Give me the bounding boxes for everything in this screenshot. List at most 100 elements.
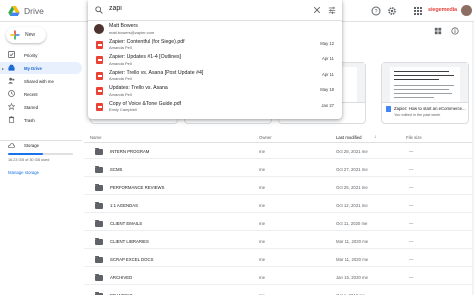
google-doc-icon <box>386 106 391 112</box>
search-suggestion-file[interactable]: Updates: Trello vs. Asana Amanda Pell May … <box>88 85 342 99</box>
file-row[interactable]: PERFORMANCE REVIEWS me Oct 25, 2021 me — <box>84 181 474 195</box>
file-name: SCMS <box>110 167 123 172</box>
search-icon[interactable] <box>95 6 103 14</box>
search-dropdown: Matt Bowersmatt.bowers@zapier.com Zapier:… <box>88 0 342 119</box>
pdf-file-icon <box>96 71 103 80</box>
file-row[interactable]: 1:1 AGENDAS me Oct 12, 2021 me — <box>84 199 474 213</box>
folder-icon <box>95 147 103 155</box>
info-icon[interactable] <box>451 27 459 35</box>
file-row[interactable]: CLIENT EMAILS me Oct 11, 2020 me — <box>84 217 474 231</box>
suggestion-subtitle: Amanda Pell <box>109 45 132 50</box>
sidebar-item-recent[interactable]: Recent <box>0 88 82 100</box>
sidebar-item-my-drive[interactable]: ▸ My Drive <box>0 62 82 74</box>
file-owner: me <box>259 257 265 262</box>
file-last-modified: Mar 11, 2020 me <box>336 239 369 244</box>
column-header-last-modified[interactable]: Last modified <box>336 135 362 140</box>
file-size: — <box>409 257 414 262</box>
pdf-file-icon <box>96 40 103 49</box>
suggestion-subtitle: Amanda Pell <box>109 60 132 66</box>
suggestion-date: May 12 <box>320 40 334 46</box>
search-suggestion-file[interactable]: Copy of Voice &Tone Guide.pdf Emily Campb… <box>88 101 342 115</box>
quick-access-card[interactable]: Zapier: How to start an eCommerce... You… <box>381 62 469 124</box>
suggestion-subtitle: Amanda Pell <box>109 76 132 81</box>
cloud-icon <box>8 143 15 149</box>
apps-grid-icon[interactable] <box>413 6 423 16</box>
file-owner: me <box>259 203 265 208</box>
search-suggestion-file[interactable]: Zapier: Trello vs. Asana [Post Update #4… <box>88 70 342 84</box>
checkbox-icon <box>8 51 15 58</box>
search-options-icon[interactable] <box>328 6 336 14</box>
drive-icon <box>8 64 15 71</box>
search-suggestion-file[interactable]: Zapier: Contentful (for Siege).pdf Amanda… <box>88 39 342 53</box>
close-icon[interactable] <box>313 6 321 14</box>
clock-icon <box>8 90 15 97</box>
column-header-file-size[interactable]: File size <box>406 135 422 140</box>
manage-storage-link[interactable]: Manage storage <box>8 170 39 175</box>
sidebar-item-trash[interactable]: Trash <box>0 114 82 126</box>
person-avatar <box>94 24 104 34</box>
file-name: INTERN PROGRAM <box>110 149 150 154</box>
sidebar-item-shared-with-me[interactable]: Shared with me <box>0 75 82 87</box>
sidebar-item-priority[interactable]: Priority <box>0 49 82 61</box>
file-owner: me <box>259 275 265 280</box>
suggestion-title: Copy of Voice &Tone Guide.pdf <box>109 100 182 107</box>
pdf-file-icon <box>96 102 103 111</box>
file-row[interactable]: SCMS me Oct 27, 2021 me — <box>84 163 474 177</box>
search-suggestion-file[interactable]: Zapier: Updates #1-4 [Outlines] Amanda Pe… <box>88 54 342 68</box>
folder-icon <box>95 237 103 245</box>
suggestion-date: Apr 11 <box>321 71 334 77</box>
grid-view-icon[interactable] <box>434 27 442 35</box>
sidebar-item-starred[interactable]: Starred <box>0 101 82 113</box>
file-last-modified: Oct 11, 2020 me <box>336 221 368 226</box>
new-button[interactable]: New <box>6 27 46 43</box>
search-suggestion-person[interactable]: Matt Bowers matt.bowers@zapier.com <box>88 23 342 37</box>
suggestion-subtitle: matt.bowers@zapier.com <box>109 29 155 35</box>
file-owner: me <box>259 149 265 154</box>
suggestion-title: Zapier: Trello vs. Asana [Post Update #4… <box>109 69 204 76</box>
folder-icon <box>95 219 103 227</box>
sidebar-divider <box>0 140 82 141</box>
folder-icon <box>95 165 103 173</box>
drive-logo[interactable]: Drive <box>8 5 44 16</box>
file-size: — <box>409 239 414 244</box>
column-header-owner[interactable]: Owner <box>259 135 272 140</box>
org-brand-logo: siegemedia <box>428 7 457 13</box>
storage-label: Storage <box>24 143 40 148</box>
svg-text:?: ? <box>374 9 377 15</box>
people-icon <box>8 77 15 84</box>
file-last-modified: Oct 25, 2021 me <box>336 185 368 190</box>
new-button-label: New <box>25 31 36 38</box>
file-name: PERFORMANCE REVIEWS <box>110 185 165 190</box>
file-name: CLIENT EMAILS <box>110 221 143 226</box>
file-row[interactable]: BRANDINGmeOct 1, 2019 me— <box>84 289 474 295</box>
file-owner: me <box>259 239 265 244</box>
settings-gear-icon[interactable] <box>387 6 397 16</box>
card-subtitle: You edited in the past week <box>394 113 441 117</box>
help-icon[interactable]: ? <box>371 6 381 16</box>
file-last-modified: Jan 15, 2020 me <box>336 275 369 280</box>
pdf-file-icon <box>96 87 103 95</box>
column-header-name[interactable]: Name <box>90 135 101 140</box>
file-row[interactable]: SCRAP EXCEL DOCS me Mar 11, 2020 me — <box>84 253 474 267</box>
file-row[interactable]: ARCHIVED me Jan 15, 2020 me — <box>84 271 474 285</box>
sidebar-item-label: Starred <box>24 104 39 110</box>
app-title: Drive <box>24 5 44 16</box>
sidebar-item-label: Trash <box>24 117 35 123</box>
storage-usage-fill <box>8 153 44 155</box>
file-name: SCRAP EXCEL DOCS <box>110 257 154 262</box>
suggestion-date: Jan 27 <box>321 102 334 108</box>
expand-arrow-icon[interactable]: ▸ <box>2 66 4 71</box>
suggestion-title: Updates: Trello vs. Asana <box>109 85 168 91</box>
trash-icon <box>8 116 15 123</box>
file-row[interactable]: INTERN PROGRAM me Oct 28, 2021 me — <box>84 145 474 159</box>
search-input[interactable] <box>109 5 289 12</box>
folder-icon <box>95 255 103 263</box>
file-row[interactable]: CLIENT LIBRARIES me Mar 11, 2020 me — <box>84 235 474 249</box>
file-name: CLIENT LIBRARIES <box>110 239 149 244</box>
file-list-header: Name Owner Last modified ↓ File size <box>84 131 474 143</box>
sort-down-arrow-icon[interactable]: ↓ <box>374 134 377 140</box>
file-size: — <box>409 203 414 208</box>
document-preview <box>390 67 460 102</box>
file-size: — <box>409 221 414 226</box>
account-avatar[interactable] <box>461 5 472 16</box>
